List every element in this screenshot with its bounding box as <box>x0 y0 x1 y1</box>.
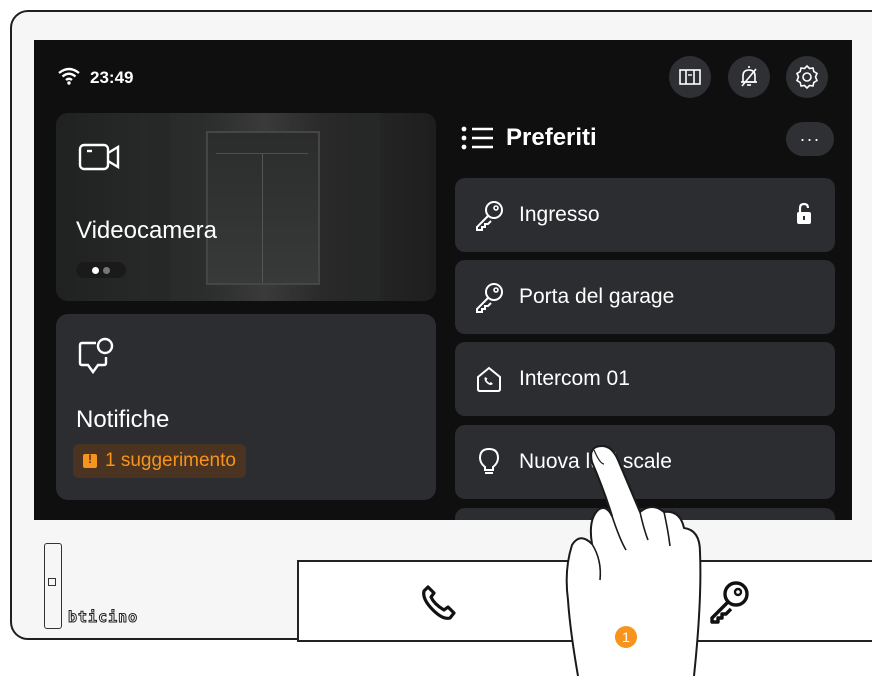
step-callout-badge: 1 <box>615 626 637 648</box>
bell-off-icon <box>741 66 757 87</box>
videocamera-title: Videocamera <box>76 217 217 244</box>
favorites-more-button[interactable]: ··· <box>786 122 834 156</box>
phone-icon <box>422 585 456 620</box>
brand-logo: bticino <box>67 608 139 627</box>
suggestion-badge[interactable]: 1 suggerimento <box>73 444 246 478</box>
chat-bubble-alert-icon <box>78 337 114 375</box>
key-icon <box>473 199 505 231</box>
do-not-disturb-button[interactable] <box>728 56 770 98</box>
pointing-hand-illustration <box>565 445 702 676</box>
list-icon <box>461 126 493 150</box>
answer-call-button[interactable] <box>409 572 469 632</box>
clock-time: 23:49 <box>90 68 134 87</box>
house-phone-icon <box>473 363 505 395</box>
carousel-dots[interactable] <box>76 262 126 278</box>
door-panel-icon <box>679 69 701 85</box>
door-panel-button[interactable] <box>669 56 711 98</box>
favorite-item-intercom-01[interactable]: Intercom 01 <box>455 342 835 416</box>
key-icon <box>473 281 505 313</box>
favorite-item-porta-del-garage[interactable]: Porta del garage <box>455 260 835 334</box>
camera-feed-pillar <box>356 113 380 301</box>
videocamera-card[interactable]: Videocamera <box>56 113 436 301</box>
alert-square-icon <box>83 452 97 468</box>
unlock-icon <box>795 202 813 231</box>
settings-button[interactable] <box>786 56 828 98</box>
notifiche-card[interactable]: Notifiche 1 suggerimento <box>56 314 436 500</box>
favorite-item-label: Intercom 01 <box>519 367 630 390</box>
favorites-title: Preferiti <box>506 124 597 151</box>
camera-feed-elevator <box>206 131 320 285</box>
notifiche-title: Notifiche <box>76 406 170 433</box>
video-camera-icon <box>78 143 120 171</box>
status-bar: 23:49 <box>58 66 133 90</box>
favorites-header: Preferiti <box>460 124 597 152</box>
sensor-strip <box>44 543 62 629</box>
suggestion-badge-label: 1 suggerimento <box>105 450 236 471</box>
lightbulb-icon <box>473 446 505 478</box>
carousel-dot <box>103 266 110 274</box>
favorite-item-ingresso[interactable]: Ingresso <box>455 178 835 252</box>
favorite-item-label: Porta del garage <box>519 285 675 308</box>
carousel-dot-active <box>92 266 99 274</box>
favorite-item-label: Ingresso <box>519 203 600 226</box>
camera-feed-pillar <box>146 113 170 301</box>
wifi-icon <box>58 67 80 90</box>
settings-gear-icon <box>795 64 819 90</box>
